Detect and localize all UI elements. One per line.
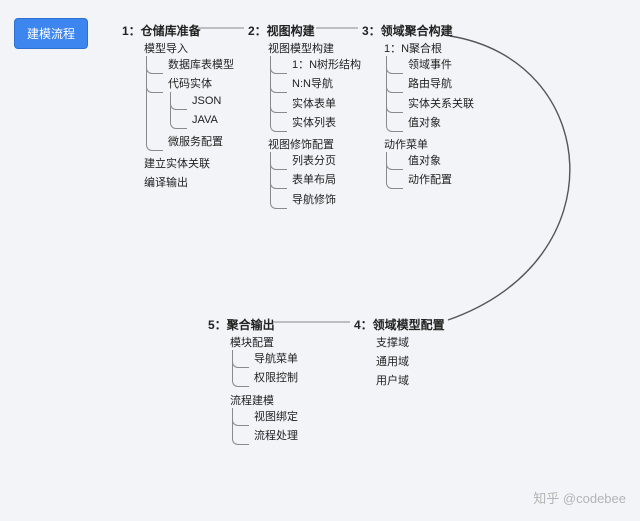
tree-node-label: 1：N聚合根 [384,43,442,55]
tree-node: 1：N聚合根领域事件路由导航实体关系关联值对象 [376,40,474,136]
tree-node: 微服务配置 [160,133,234,152]
tree-node-label: 流程处理 [254,430,298,442]
tree-node-label: 建立实体关联 [144,158,210,170]
tree-node-label: 领域事件 [408,59,452,71]
tree-node: 视图修饰配置列表分页表单布局导航修饰 [260,136,361,213]
tree-node-label: 值对象 [408,155,441,167]
tree-node: 实体关系关联 [400,95,474,114]
title-badge: 建模流程 [14,18,88,49]
tree-node-label: 数据库表模型 [168,59,234,71]
tree-node-label: 视图模型构建 [268,43,334,55]
tree-node: 列表分页 [284,152,361,171]
step-tree: 1：N聚合根领域事件路由导航实体关系关联值对象动作菜单值对象动作配置 [368,40,474,194]
tree-node: 动作菜单值对象动作配置 [376,136,474,194]
tree-node-label: 模型导入 [144,43,188,55]
tree-node-label: 导航菜单 [254,353,298,365]
tree-node: 模型导入数据库表模型代码实体 JSON JAVA 微服务配置 [136,40,234,155]
tree-node-label: 通用域 [376,356,409,368]
tree-node: 流程建模视图绑定流程处理 [222,392,298,450]
tree-node-label: 表单布局 [292,174,336,186]
tree-node-label: N:N导航 [292,78,333,90]
tree-node-label: 流程建模 [230,395,274,407]
tree-node: 动作配置 [400,171,474,190]
tree-node: 视图绑定 [246,408,298,427]
tree-node: 权限控制 [246,369,298,388]
tree-node-label: 权限控制 [254,372,298,384]
tree-node-label: 编译输出 [144,177,188,189]
tree-node: 数据库表模型 [160,56,234,75]
tree-node-label: 实体表单 [292,98,336,110]
step-heading: 3：领域聚合构建 [362,22,453,39]
tree-node-label: 动作配置 [408,174,452,186]
tree-node: 值对象 [400,152,474,171]
tree-node: 领域事件 [400,56,474,75]
tree-node: 值对象 [400,114,474,133]
step-heading: 5：聚合输出 [208,316,275,333]
tree-node: 视图模型构建 1：N树形结构 N:N导航实体表单实体列表 [260,40,361,136]
tree-node: 模块配置导航菜单权限控制 [222,334,298,392]
tree-node: 通用域 [368,353,409,372]
step-tree: 支撑域通用域用户域 [360,334,409,392]
tree-node-label: JAVA [192,114,218,126]
watermark: 知乎 @codebee [533,488,626,507]
tree-node: JSON [184,92,234,111]
tree-node-label: 值对象 [408,117,441,129]
tree-node: JAVA [184,111,234,130]
tree-node-label: 动作菜单 [384,139,428,151]
tree-node: 用户域 [368,372,409,391]
step-tree: 模型导入数据库表模型代码实体 JSON JAVA 微服务配置建立实体关联编译输出 [128,40,234,194]
tree-node: 实体列表 [284,114,361,133]
tree-node: 表单布局 [284,171,361,190]
step-heading: 1：仓储库准备 [122,22,201,39]
tree-node-label: 导航修饰 [292,194,336,206]
step-tree: 视图模型构建 1：N树形结构 N:N导航实体表单实体列表视图修饰配置列表分页表单布局… [252,40,361,213]
step-heading: 4：领域模型配置 [354,316,445,333]
step-tree: 模块配置导航菜单权限控制流程建模视图绑定流程处理 [214,334,298,449]
tree-node: 建立实体关联 [136,155,234,174]
tree-node: 路由导航 [400,75,474,94]
tree-node-label: 模块配置 [230,337,274,349]
tree-node-label: 视图绑定 [254,411,298,423]
tree-node-label: 代码实体 [168,78,212,90]
tree-node-label: 微服务配置 [168,136,223,148]
tree-node-label: 列表分页 [292,155,336,167]
tree-node: 1：N树形结构 [284,56,361,75]
tree-node-label: 用户域 [376,375,409,387]
tree-node: N:N导航 [284,75,361,94]
tree-node-label: 支撑域 [376,337,409,349]
tree-node-label: 实体列表 [292,117,336,129]
tree-node: 代码实体 JSON JAVA [160,75,234,133]
step-heading: 2：视图构建 [248,22,315,39]
tree-node: 支撑域 [368,334,409,353]
tree-node: 编译输出 [136,174,234,193]
tree-node-label: JSON [192,95,221,107]
tree-node-label: 视图修饰配置 [268,139,334,151]
tree-node: 导航菜单 [246,350,298,369]
tree-node-label: 1：N树形结构 [292,59,361,71]
tree-node: 导航修饰 [284,191,361,210]
tree-node: 流程处理 [246,427,298,446]
tree-node: 实体表单 [284,95,361,114]
tree-node-label: 路由导航 [408,78,452,90]
tree-node-label: 实体关系关联 [408,98,474,110]
